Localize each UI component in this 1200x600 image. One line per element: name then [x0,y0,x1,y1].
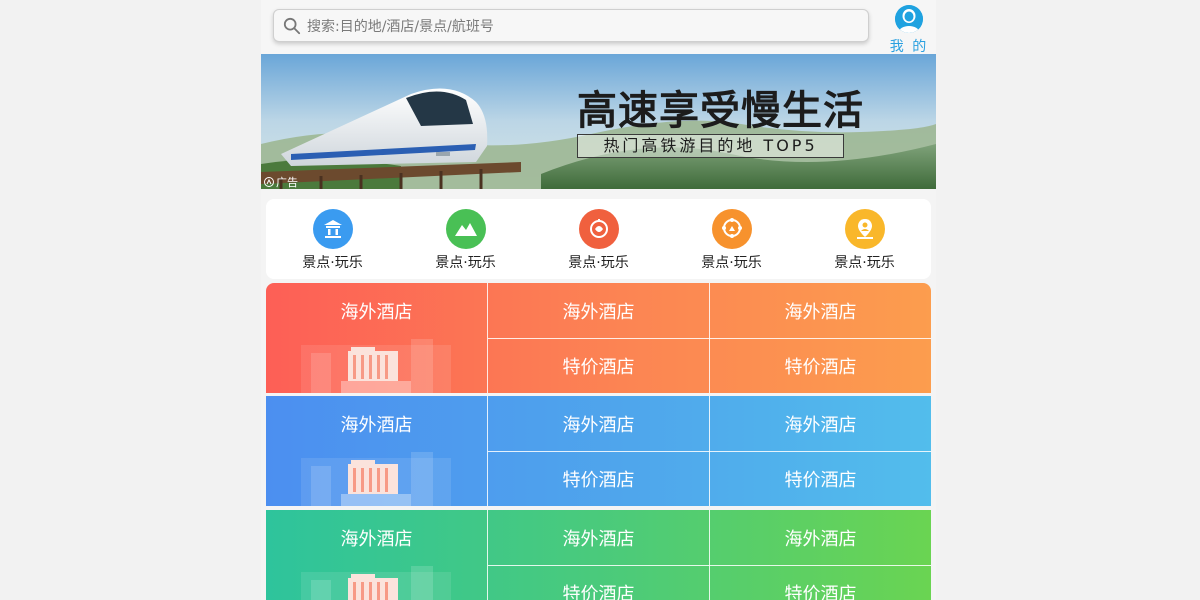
hotel-tile[interactable]: 特价酒店 [488,339,709,393]
hotel-main-tile[interactable]: 海外酒店 [266,396,487,506]
my-account-button[interactable]: 我 的 [887,5,931,55]
quick-nav-label: 景点·玩乐 [435,255,496,271]
my-account-label: 我 的 [889,39,929,55]
promo-banner[interactable]: 高速享受慢生活 热门高铁游目的地 TOP5 广告 [261,54,936,189]
hotel-main-tile[interactable]: 海外酒店 [266,283,487,393]
ad-label: 广告 [276,176,298,189]
hotel-tile[interactable]: 特价酒店 [710,339,931,393]
hotel-tile[interactable]: 特价酒店 [710,566,931,600]
hotel-tile[interactable]: 海外酒店 [488,283,709,338]
quick-nav-item-2[interactable]: 景点·玩乐 [399,199,532,279]
hotel-building-illustration [301,339,451,393]
ad-tag: 广告 [264,174,298,189]
hotel-tile[interactable]: 特价酒店 [488,566,709,600]
hotel-tile[interactable]: 海外酒店 [710,510,931,565]
hotel-main-label: 海外酒店 [340,414,413,436]
search-placeholder: 搜索:目的地/酒店/景点/航班号 [307,18,494,35]
location-person-icon [844,209,885,249]
lantern-icon [578,209,619,249]
quick-nav-label: 景点·玩乐 [302,255,363,271]
hotel-grid-red: 海外酒店 海外酒店 海外酒店 特价酒店 特价酒店 [266,283,931,393]
hotel-tile[interactable]: 特价酒店 [710,452,931,506]
hotel-main-tile[interactable]: 海外酒店 [266,510,487,600]
hotel-building-illustration [301,566,451,600]
hotel-tile[interactable]: 特价酒店 [488,452,709,506]
hotel-tile[interactable]: 海外酒店 [488,396,709,451]
hotel-building-illustration [301,452,451,506]
quick-nav-label: 景点·玩乐 [701,255,762,271]
quick-nav-item-5[interactable]: 景点·玩乐 [798,199,931,279]
top-bar: 搜索:目的地/酒店/景点/航班号 我 的 [261,0,936,55]
quick-nav: 景点·玩乐 景点·玩乐 景点·玩乐 景点·玩乐 景点·玩乐 [266,199,931,279]
temple-icon [312,209,353,249]
mountain-icon [445,209,486,249]
quick-nav-label: 景点·玩乐 [834,255,895,271]
hotel-main-label: 海外酒店 [340,301,413,323]
quick-nav-item-3[interactable]: 景点·玩乐 [532,199,665,279]
search-input[interactable]: 搜索:目的地/酒店/景点/航班号 [273,9,869,42]
ad-icon [264,177,274,187]
hotel-grid-blue: 海外酒店 海外酒店 海外酒店 特价酒店 特价酒店 [266,396,931,506]
user-avatar-icon [895,5,923,33]
banner-title: 高速享受慢生活 [577,87,864,134]
hotel-tile[interactable]: 海外酒店 [488,510,709,565]
banner-subtitle: 热门高铁游目的地 TOP5 [577,134,844,158]
hotel-grid-green: 海外酒店 海外酒店 海外酒店 特价酒店 特价酒店 [266,510,931,600]
hotel-tile[interactable]: 海外酒店 [710,396,931,451]
quick-nav-item-4[interactable]: 景点·玩乐 [665,199,798,279]
ferris-wheel-icon [711,209,752,249]
quick-nav-item-1[interactable]: 景点·玩乐 [266,199,399,279]
quick-nav-label: 景点·玩乐 [568,255,629,271]
app-page: 搜索:目的地/酒店/景点/航班号 我 的 高速享受慢生活 热门高铁游目的地 TO… [261,0,936,600]
search-icon [283,17,301,34]
hotel-tile[interactable]: 海外酒店 [710,283,931,338]
hotel-main-label: 海外酒店 [340,528,413,550]
